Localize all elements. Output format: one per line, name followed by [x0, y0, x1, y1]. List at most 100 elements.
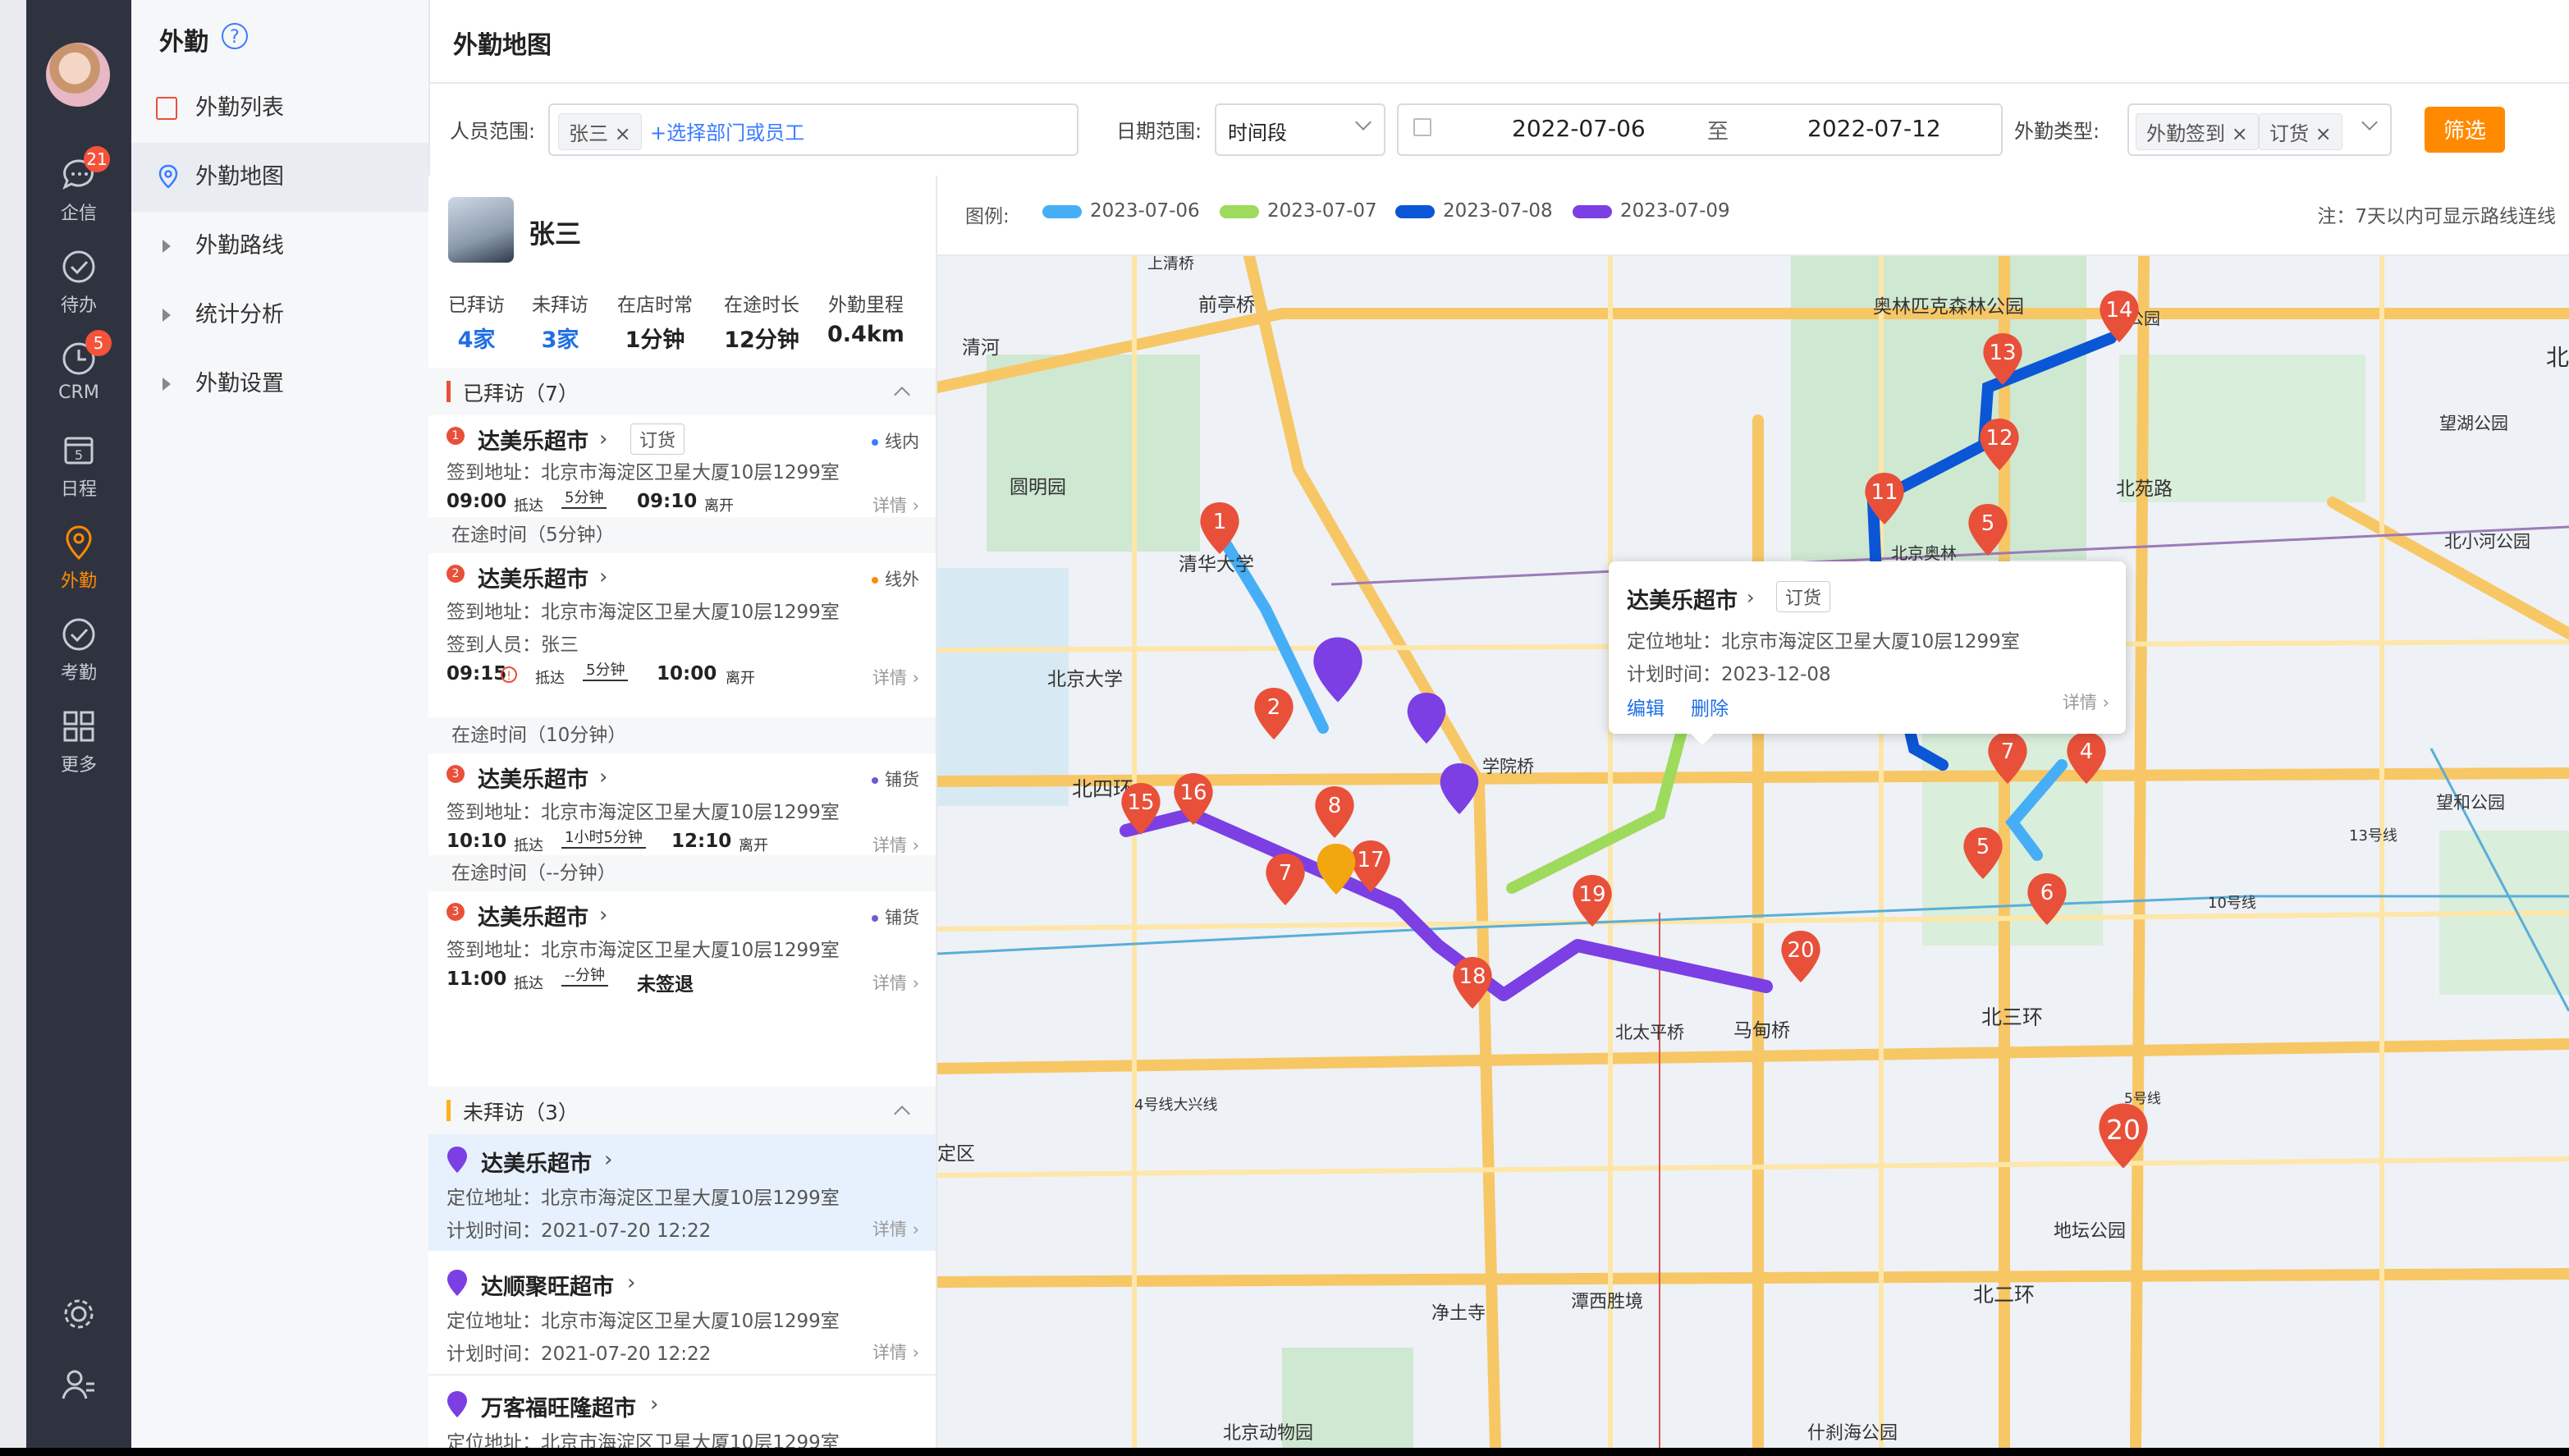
list-doc-icon [156, 97, 177, 120]
visit-pin[interactable]: 15 [1120, 781, 1162, 836]
shop-name[interactable]: 达顺聚旺超市 [481, 1269, 614, 1301]
visit-pin[interactable]: 7 [1986, 730, 2029, 785]
shop-name[interactable]: 达美乐超市 [478, 900, 588, 932]
visit-pin[interactable]: 1 [1198, 501, 1241, 556]
plan-pin-orange[interactable] [1315, 842, 1358, 896]
visit-pin[interactable]: 19 [1571, 873, 1614, 928]
detail-link[interactable]: 详情 › [872, 665, 919, 689]
shop-name[interactable]: 万客福旺隆超市 [481, 1390, 636, 1422]
type-tag-checkin[interactable]: 外勤签到 × [2136, 113, 2259, 150]
visit-pin[interactable]: 20 [2096, 1101, 2150, 1170]
legend-item[interactable]: 2023-07-07 [1220, 200, 1377, 222]
location-address: 定位地址：北京市海淀区卫星大厦10层1299室 [446, 1432, 840, 1448]
legend-item[interactable]: 2023-07-08 [1395, 200, 1553, 222]
plan-pin-purple[interactable] [1405, 691, 1448, 745]
window-edge [0, 0, 26, 1448]
visit-pin[interactable]: 14 [2098, 289, 2141, 344]
visit-card[interactable]: 2 达美乐超市 › 线外 签到地址：北京市海淀区卫星大厦10层1299室 签到人… [428, 553, 936, 717]
rail-item-field[interactable]: 外勤 [26, 524, 131, 593]
popup-shop-name[interactable]: 达美乐超市 [1627, 583, 1738, 615]
detail-link[interactable]: 详情 › [872, 970, 919, 995]
popup-detail-link[interactable]: 详情 › [2063, 689, 2109, 714]
popup-delete-link[interactable]: 删除 [1691, 693, 1729, 721]
chevron-up-icon[interactable] [894, 1106, 910, 1122]
calendar-icon [1413, 118, 1431, 136]
visit-card[interactable]: 3 达美乐超市 › 铺货 签到地址：北京市海淀区卫星大厦10层1299室 10:… [428, 753, 936, 855]
map-legend-bar: 图例: 2023-07-06 2023-07-07 2023-07-08 202… [937, 176, 2569, 256]
visit-pin[interactable]: 5 [1967, 502, 2009, 557]
rail-item-attendance[interactable]: 考勤 [26, 616, 131, 685]
visit-card[interactable]: 1 达美乐超市 › 订货 线内 签到地址：北京市海淀区卫星大厦10层1299室 … [428, 415, 936, 517]
visit-pin[interactable]: 18 [1451, 955, 1494, 1010]
detail-link[interactable]: 详情 › [872, 832, 919, 857]
plan-card[interactable]: 万客福旺隆超市 › 定位地址：北京市海淀区卫星大厦10层1299室 [428, 1379, 936, 1448]
nav-item-stats[interactable]: 统计分析 [131, 281, 428, 350]
stat-value[interactable]: 4家 [448, 322, 505, 354]
date-start[interactable]: 2022-07-06 [1512, 115, 1646, 142]
nav-item-map[interactable]: 外勤地图 [131, 143, 428, 212]
plan-pin-purple[interactable] [1438, 762, 1481, 816]
user-profile-icon[interactable] [60, 1366, 98, 1403]
settings-icon[interactable] [60, 1295, 98, 1333]
shop-name[interactable]: 达美乐超市 [478, 424, 588, 456]
legend-item[interactable]: 2023-07-06 [1042, 200, 1200, 222]
help-icon[interactable]: ? [222, 23, 248, 49]
visit-pin[interactable]: 5 [1962, 826, 2004, 881]
visit-pin[interactable]: 11 [1863, 471, 1906, 526]
visited-section-header[interactable]: 已拜访（7） [428, 368, 936, 415]
plan-pin-purple[interactable] [1311, 635, 1365, 704]
rail-item-more[interactable]: 更多 [26, 707, 131, 776]
shop-name[interactable]: 达美乐超市 [481, 1146, 592, 1178]
plan-card[interactable]: 达顺聚旺超市 › 定位地址：北京市海淀区卫星大厦10层1299室 计划时间：20… [428, 1257, 936, 1376]
visit-pin[interactable]: 4 [2065, 730, 2108, 785]
rail-item-crm[interactable]: CRM 5 [26, 330, 131, 403]
date-end[interactable]: 2022-07-12 [1807, 115, 1941, 142]
plan-card[interactable]: 达美乐超市 › 定位地址：北京市海淀区卫星大厦10层1299室 计划时间：202… [428, 1134, 936, 1251]
route-status: 线外 [872, 566, 919, 591]
rail-label-more: 更多 [60, 755, 97, 776]
person-select[interactable]: 张三 × +选择部门或员工 [548, 103, 1078, 156]
nav-item-route[interactable]: 外勤路线 [131, 212, 428, 281]
rail-item-chat[interactable]: 企信 21 [26, 146, 131, 225]
filter-button[interactable]: 筛选 [2425, 107, 2505, 153]
stat-label: 在途时长 [724, 295, 799, 316]
date-range-picker[interactable]: 2022-07-06 至 2022-07-12 [1397, 103, 2003, 156]
visit-pin[interactable]: 6 [2026, 872, 2068, 927]
chevron-up-icon[interactable] [894, 387, 910, 403]
visit-pin[interactable]: 2 [1252, 686, 1295, 741]
visit-pin[interactable]: 7 [1264, 852, 1307, 907]
visit-pin[interactable]: 8 [1313, 785, 1356, 840]
visit-card[interactable]: 3 达美乐超市 › 铺货 签到地址：北京市海淀区卫星大厦10层1299室 11:… [428, 891, 936, 996]
employee-avatar[interactable] [448, 197, 514, 263]
detail-link[interactable]: 详情 › [872, 1339, 919, 1364]
rail-item-calendar[interactable]: 5 日程 [26, 432, 131, 501]
arrive-label: 抵达 [514, 497, 543, 515]
nav-item-list[interactable]: 外勤列表 [131, 74, 428, 143]
visit-pin[interactable]: 13 [1981, 332, 2024, 387]
leave-label: 离开 [739, 837, 768, 854]
map-canvas[interactable]: 上清桥前亭桥奥林匹克森林公园山公园清河圆明园清华大学北京奥林北苑路望湖公园北小河… [937, 256, 2569, 1448]
rail-item-todo[interactable]: 待办 [26, 248, 131, 317]
shop-name[interactable]: 达美乐超市 [478, 561, 588, 593]
add-person-link[interactable]: +选择部门或员工 [650, 117, 804, 145]
nav-item-settings[interactable]: 外勤设置 [131, 350, 428, 419]
visit-pin[interactable]: 16 [1172, 771, 1215, 826]
date-mode-select[interactable]: 时间段 [1215, 103, 1385, 156]
shop-name[interactable]: 达美乐超市 [478, 762, 588, 794]
type-select[interactable]: 外勤签到 × 订货 × [2127, 103, 2392, 156]
visit-pin[interactable]: 20 [1779, 929, 1822, 984]
stat-value[interactable]: 3家 [532, 322, 588, 354]
detail-link[interactable]: 详情 › [872, 492, 919, 517]
unvisited-section-header[interactable]: 未拜访（3） [428, 1087, 936, 1134]
legend-item[interactable]: 2023-07-09 [1573, 200, 1730, 222]
avatar[interactable] [46, 43, 110, 107]
detail-link[interactable]: 详情 › [872, 1216, 919, 1241]
type-tag-order[interactable]: 订货 × [2259, 113, 2342, 150]
map-place-label: 圆明园 [1010, 477, 1066, 498]
visit-number-badge: 2 [446, 565, 465, 583]
stay-duration: 1小时5分钟 [561, 826, 646, 849]
popup-edit-link[interactable]: 编辑 [1627, 693, 1665, 721]
visit-pin[interactable]: 12 [1978, 417, 2021, 472]
visit-pin-number: 11 [1871, 480, 1898, 505]
person-tag[interactable]: 张三 × [558, 113, 642, 150]
